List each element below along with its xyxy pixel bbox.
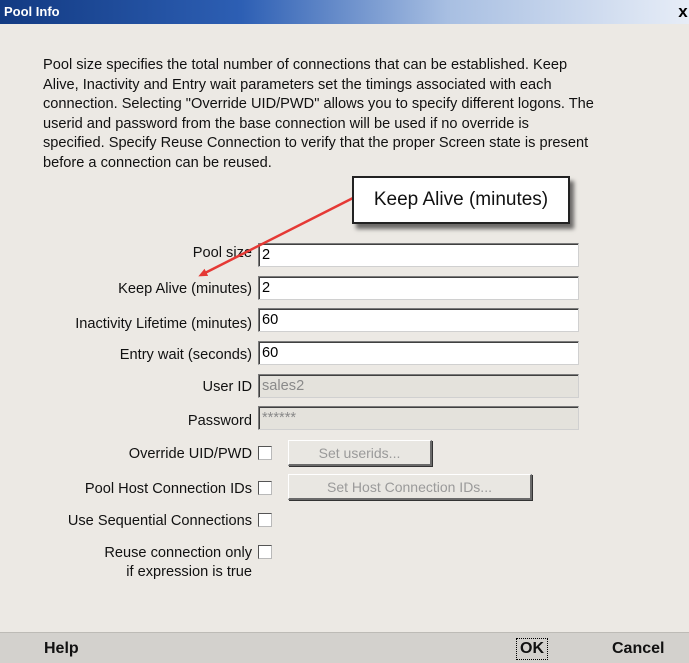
annotation-arrow bbox=[198, 196, 354, 277]
keep-alive-callout: Keep Alive (minutes) bbox=[352, 176, 570, 224]
button-bar: Help OK Cancel bbox=[0, 632, 689, 663]
help-button[interactable]: Help bbox=[44, 640, 79, 658]
cancel-button[interactable]: Cancel bbox=[612, 640, 664, 658]
pool-info-dialog: Pool Info x Pool size specifies the tota… bbox=[0, 0, 689, 663]
ok-button[interactable]: OK bbox=[516, 638, 548, 660]
